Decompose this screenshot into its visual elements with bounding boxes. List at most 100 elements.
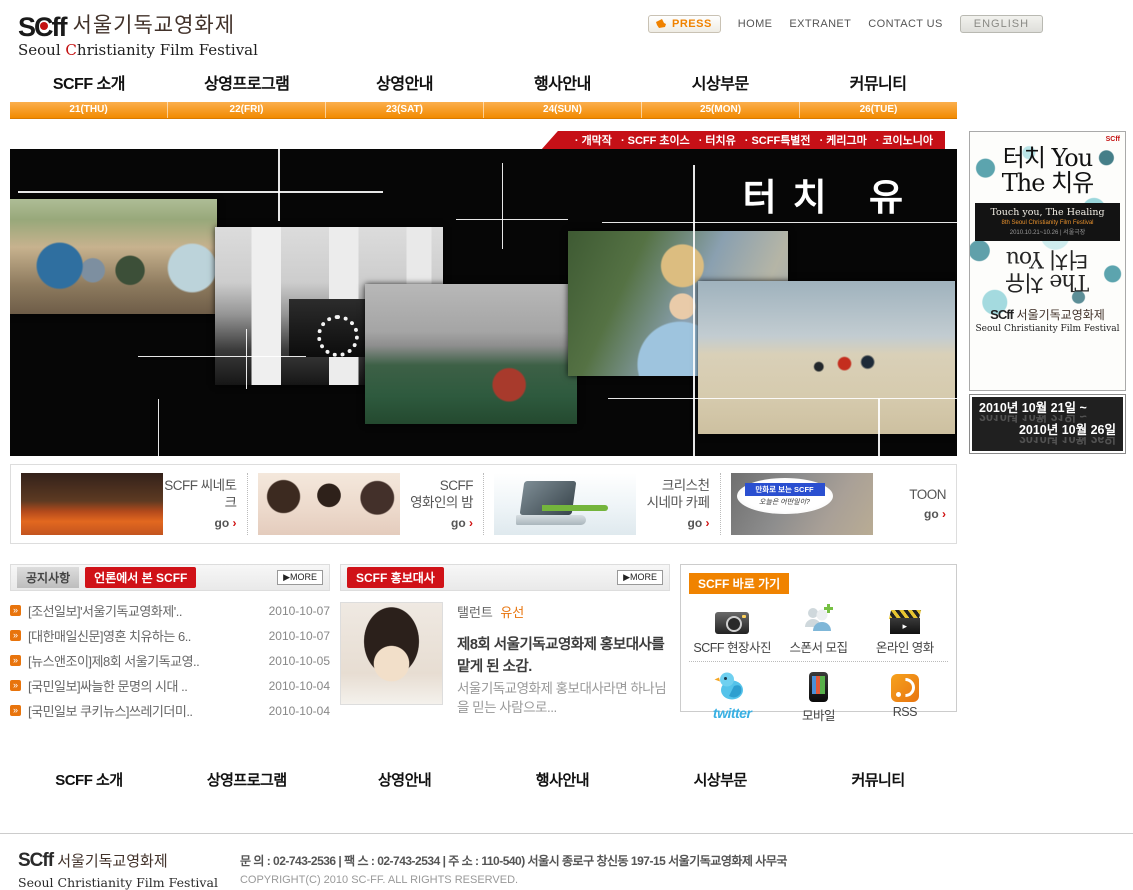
go-link[interactable]: go: [163, 516, 237, 530]
tab-press-coverage[interactable]: 언론에서 본 SCFF: [85, 567, 196, 588]
ambassador-quote: 서울기독교영화제 홍보대사라면 하나님을 믿는 사람으로...: [457, 679, 670, 718]
nav-item-community[interactable]: 커뮤니티: [799, 70, 957, 94]
hero-title: 터치 유: [743, 167, 919, 221]
people-icon: [801, 602, 835, 634]
quicklink-online-movie[interactable]: 온라인 영화: [862, 600, 948, 656]
banner-cinetalk[interactable]: SCFF 씨네토크 go: [11, 473, 247, 535]
press-button[interactable]: PRESS: [648, 15, 721, 33]
news-link[interactable]: [국민일보 쿠키뉴스]쓰레기더미..: [28, 701, 269, 720]
ambassador-header: SCFF 홍보대사 ▶MORE: [340, 564, 670, 591]
footer-contact: 문 의 : 02-743-2536 | 팩 스 : 02-743-2534 | …: [240, 852, 787, 869]
nav-item-program[interactable]: 상영프로그램: [168, 70, 326, 94]
cinetalk-photo: [21, 473, 163, 535]
hero-banner[interactable]: 터치 유: [10, 149, 957, 456]
english-button[interactable]: ENGLISH: [960, 15, 1043, 33]
footer-logo: SCff 서울기독교영화제 Seoul Christianity Film Fe…: [18, 850, 218, 890]
tab-scff-choice[interactable]: SCFF 초이스: [621, 132, 690, 148]
site-logo[interactable]: SCff 서울기독교영화제 Seoul Christianity Film Fe…: [18, 9, 258, 59]
date-23[interactable]: 23(SAT): [325, 102, 483, 118]
footer-nav-community[interactable]: 커뮤니티: [799, 769, 957, 790]
scff-logo-mark: SCff: [18, 15, 66, 39]
tab-kerygma[interactable]: 케리그마: [820, 132, 867, 148]
page-header: SCff 서울기독교영화제 Seoul Christianity Film Fe…: [0, 0, 1133, 62]
date-21[interactable]: 21(THU): [10, 102, 167, 118]
tab-koinonia[interactable]: 코이노니아: [876, 132, 933, 148]
festival-poster[interactable]: SCff 터치 You The 치유 Touch you, The Healin…: [969, 131, 1126, 391]
contact-us-link[interactable]: CONTACT US: [868, 18, 943, 30]
poster-title: 터치 You The 치유: [970, 146, 1125, 196]
nav-item-about[interactable]: SCFF 소개: [10, 70, 168, 94]
news-row: [국민일보 쿠키뉴스]쓰레기더미.. 2010-10-04: [10, 698, 330, 723]
news-link[interactable]: [뉴스앤조이]제8회 서울기독교영..: [28, 651, 269, 670]
decor-line: [18, 191, 383, 193]
news-more-button[interactable]: ▶MORE: [277, 570, 323, 585]
news-row: [대한매일신문]영혼 치유하는 6.. 2010-10-07: [10, 623, 330, 648]
date-25[interactable]: 25(MON): [641, 102, 799, 118]
footer-nav-about[interactable]: SCFF 소개: [10, 769, 168, 790]
date-26[interactable]: 26(TUE): [799, 102, 957, 118]
footer-nav-events[interactable]: 행사안내: [483, 769, 641, 790]
logo-english-title: Seoul Christianity Film Festival: [18, 41, 258, 59]
banner-cinema-cafe[interactable]: 크리스천시네마 카페 go: [483, 473, 720, 535]
banner-film-night[interactable]: SCFF영화인의 밤 go: [247, 473, 484, 535]
ambassador-name[interactable]: 유선: [500, 605, 524, 620]
hero-still-chalk-art: [365, 284, 577, 424]
quicklink-photos[interactable]: SCFF 현장사진: [689, 600, 775, 656]
ambassador-headline[interactable]: 제8회 서울기독교영화제 홍보대사를 맡게 된 소감.: [457, 635, 670, 679]
quicklinks-column: SCFF 바로 가기 SCFF 현장사진: [680, 564, 957, 723]
go-link[interactable]: go: [400, 516, 474, 530]
footer-nav-awards[interactable]: 시상부문: [641, 769, 799, 790]
news-row: [뉴스앤조이]제8회 서울기독교영.. 2010-10-05: [10, 648, 330, 673]
poster-logo: SCff 서울기독교영화제 Seoul Christianity Film Fe…: [970, 306, 1125, 334]
tab-opening-film[interactable]: 개막작: [575, 132, 612, 148]
arrow-bullet-icon: [10, 630, 21, 641]
banner-toon[interactable]: 만화로 보는 SCFF 오늘은 어떤일이? TOON go: [720, 473, 957, 535]
decor-line: [608, 398, 957, 399]
ambassador-more-button[interactable]: ▶MORE: [617, 570, 663, 585]
quicklink-rss[interactable]: RSS: [862, 668, 948, 724]
banner-label: TOON: [873, 487, 947, 504]
nav-item-events[interactable]: 행사안내: [483, 70, 641, 94]
quicklink-mobile[interactable]: 모바일: [775, 668, 861, 724]
arrow-bullet-icon: [10, 680, 21, 691]
news-link[interactable]: [대한매일신문]영혼 치유하는 6..: [28, 626, 269, 645]
nav-item-awards[interactable]: 시상부문: [641, 70, 799, 94]
poster-mirrored-title: The 치유 터치 You: [970, 247, 1125, 293]
go-link[interactable]: go: [873, 507, 947, 521]
quicklink-sponsor[interactable]: 스폰서 모집: [775, 600, 861, 656]
main-nav: SCFF 소개 상영프로그램 상영안내 행사안내 시상부문 커뮤니티: [10, 62, 957, 102]
go-link[interactable]: go: [636, 516, 710, 530]
hero-section: 개막작 SCFF 초이스 터치유 SCFF특별전 케리그마 코이노니아: [10, 131, 1133, 456]
decor-line: [693, 165, 695, 456]
news-date: 2010-10-07: [269, 629, 330, 643]
hero-still-beach: [698, 281, 955, 434]
poster-caption-box: Touch you, The Healing 8th Seoul Christi…: [975, 203, 1120, 241]
quicklink-twitter[interactable]: twitter: [689, 668, 775, 724]
arrow-bullet-icon: [10, 655, 21, 666]
tab-touch-you[interactable]: 터치유: [699, 132, 736, 148]
date-24[interactable]: 24(SUN): [483, 102, 641, 118]
banner-label: SCFF영화인의 밤: [400, 478, 474, 512]
tab-scff-special[interactable]: SCFF특별전: [745, 132, 811, 148]
decor-line: [278, 149, 280, 221]
logo-korean-title: 서울기독교영화제: [73, 9, 236, 39]
festival-schedule-box: 2010년 10월 21일 ~ 2010년 10월 21일 ~ 2010년 10…: [969, 394, 1126, 454]
news-link[interactable]: [조선일보]'서울기독교영화제'..: [28, 601, 269, 620]
nav-item-screening[interactable]: 상영안내: [326, 70, 484, 94]
schedule-start-date: 2010년 10월 21일 ~ 2010년 10월 21일 ~: [979, 401, 1116, 423]
footer-nav-program[interactable]: 상영프로그램: [168, 769, 326, 790]
news-date: 2010-10-05: [269, 654, 330, 668]
festival-date-bar: 21(THU) 22(FRI) 23(SAT) 24(SUN) 25(MON) …: [10, 102, 957, 119]
toon-photo: 만화로 보는 SCFF 오늘은 어떤일이?: [731, 473, 873, 535]
home-link[interactable]: HOME: [738, 18, 773, 30]
date-22[interactable]: 22(FRI): [167, 102, 325, 118]
footer-nav-screening[interactable]: 상영안내: [326, 769, 484, 790]
decor-line: [602, 222, 957, 223]
quicklinks-box: SCFF 바로 가기 SCFF 현장사진: [680, 564, 957, 712]
news-row: [조선일보]'서울기독교영화제'.. 2010-10-07: [10, 598, 330, 623]
tab-notice[interactable]: 공지사항: [17, 567, 79, 588]
news-link[interactable]: [국민일보]싸늘한 문명의 시대 ..: [28, 676, 269, 695]
decor-line: [502, 163, 503, 249]
extranet-link[interactable]: EXTRANET: [789, 18, 851, 30]
cinema-cafe-photo: [494, 473, 636, 535]
